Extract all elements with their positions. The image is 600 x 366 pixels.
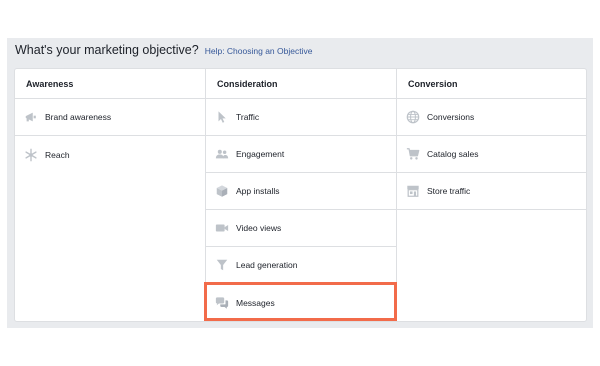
shopping-cart-icon <box>406 147 420 161</box>
objective-panel: What's your marketing objective? Help: C… <box>7 38 593 328</box>
objective-label: Messages <box>236 297 275 308</box>
column-header-conversion: Conversion <box>397 69 586 99</box>
people-icon <box>215 147 229 161</box>
objective-label: Video views <box>236 223 282 233</box>
cube-icon <box>215 184 229 198</box>
objective-label: Brand awareness <box>45 112 112 122</box>
column-header-awareness: Awareness <box>15 69 205 99</box>
objective-app-installs[interactable]: App installs <box>206 173 396 210</box>
objective-conversions[interactable]: Conversions <box>397 99 586 136</box>
objective-label: Traffic <box>236 112 260 122</box>
objective-label: App installs <box>236 186 280 196</box>
objective-label: Reach <box>45 149 70 160</box>
objective-traffic[interactable]: Traffic <box>206 99 396 136</box>
store-icon <box>406 184 420 198</box>
objective-label: Store traffic <box>427 186 471 196</box>
column-conversion: Conversion Conversions Catalog sales Sto… <box>397 69 586 321</box>
objective-lead-generation[interactable]: Lead generation <box>206 247 396 284</box>
objective-title: What's your marketing objective? <box>15 43 199 57</box>
megaphone-icon <box>24 110 38 124</box>
cursor-icon <box>215 110 229 124</box>
objective-reach[interactable]: Reach <box>15 136 205 173</box>
help-link[interactable]: Help: Choosing an Objective <box>205 46 313 56</box>
objective-label: Catalog sales <box>427 149 479 159</box>
objective-header: What's your marketing objective? Help: C… <box>15 43 312 61</box>
snowflake-icon <box>24 148 38 162</box>
column-header-consideration: Consideration <box>206 69 396 99</box>
objective-label: Lead generation <box>236 260 298 270</box>
objective-messages[interactable]: Messages <box>206 284 396 321</box>
objective-video-views[interactable]: Video views <box>206 210 396 247</box>
objective-label: Engagement <box>236 149 285 159</box>
objective-label: Conversions <box>427 112 475 122</box>
objective-grid: Awareness Brand awareness Reach Consider… <box>14 68 587 322</box>
chat-bubbles-icon <box>215 296 229 310</box>
funnel-icon <box>215 258 229 272</box>
column-consideration: Consideration Traffic Engagement App ins… <box>206 69 397 321</box>
objective-brand-awareness[interactable]: Brand awareness <box>15 99 205 136</box>
objective-store-traffic[interactable]: Store traffic <box>397 173 586 210</box>
video-camera-icon <box>215 221 229 235</box>
objective-engagement[interactable]: Engagement <box>206 136 396 173</box>
globe-icon <box>406 110 420 124</box>
objective-catalog-sales[interactable]: Catalog sales <box>397 136 586 173</box>
column-awareness: Awareness Brand awareness Reach <box>15 69 206 321</box>
